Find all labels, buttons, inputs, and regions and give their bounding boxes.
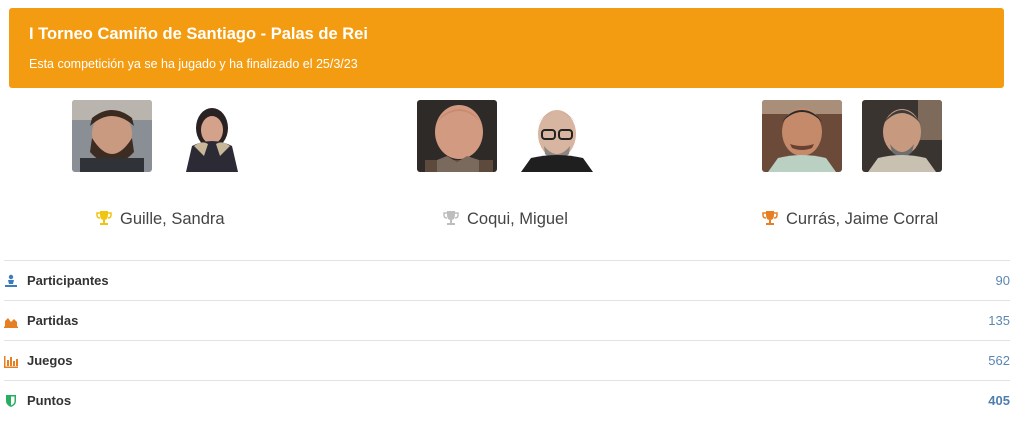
stat-row-games[interactable]: Partidas 135 xyxy=(4,300,1010,340)
player-photo[interactable] xyxy=(72,100,152,172)
stat-row-sets[interactable]: Juegos 562 xyxy=(4,340,1010,380)
trophy-bronze-icon xyxy=(762,211,778,225)
competition-banner: I Torneo Camiño de Santiago - Palas de R… xyxy=(9,8,1004,88)
competition-title: I Torneo Camiño de Santiago - Palas de R… xyxy=(29,25,368,43)
trophy-silver-icon xyxy=(443,211,459,225)
player-photo[interactable] xyxy=(417,100,497,172)
podium-third: Currás, Jaime Corral xyxy=(762,100,1002,235)
third-place-label: Currás, Jaime Corral xyxy=(786,210,939,228)
third-place-names: Currás, Jaime Corral xyxy=(762,209,938,229)
stat-value[interactable]: 405 xyxy=(988,393,1010,408)
podium-second: Coqui, Miguel xyxy=(417,100,637,235)
trophy-gold-icon xyxy=(96,211,112,225)
player-photo[interactable] xyxy=(517,100,597,172)
player-photo[interactable] xyxy=(172,100,252,172)
stat-value[interactable]: 135 xyxy=(988,313,1010,328)
shield-icon xyxy=(6,395,16,407)
stat-value[interactable]: 562 xyxy=(988,353,1010,368)
player-photo[interactable] xyxy=(862,100,942,172)
winners-names: Guille, Sandra xyxy=(96,209,225,229)
area-chart-icon xyxy=(4,318,18,328)
stat-label: Juegos xyxy=(27,353,73,368)
competition-stats: Participantes 90 Partidas 135 Juegos 562… xyxy=(4,260,1010,420)
player-photo[interactable] xyxy=(762,100,842,172)
stat-row-points[interactable]: Puntos 405 xyxy=(4,380,1010,420)
runners-up-label: Coqui, Miguel xyxy=(467,210,568,228)
stat-value[interactable]: 90 xyxy=(996,273,1010,288)
winners-label: Guille, Sandra xyxy=(120,210,225,228)
podium-first: Guille, Sandra xyxy=(72,100,292,235)
stat-label: Puntos xyxy=(27,393,72,408)
stat-label: Participantes xyxy=(27,273,109,288)
bar-chart-icon xyxy=(4,356,18,368)
competition-status: Esta competición ya se ha jugado y ha fi… xyxy=(29,57,358,71)
participants-icon xyxy=(5,274,17,287)
stat-row-participants[interactable]: Participantes 90 xyxy=(4,260,1010,300)
runners-up-names: Coqui, Miguel xyxy=(443,209,568,229)
stat-label: Partidas xyxy=(27,313,79,328)
